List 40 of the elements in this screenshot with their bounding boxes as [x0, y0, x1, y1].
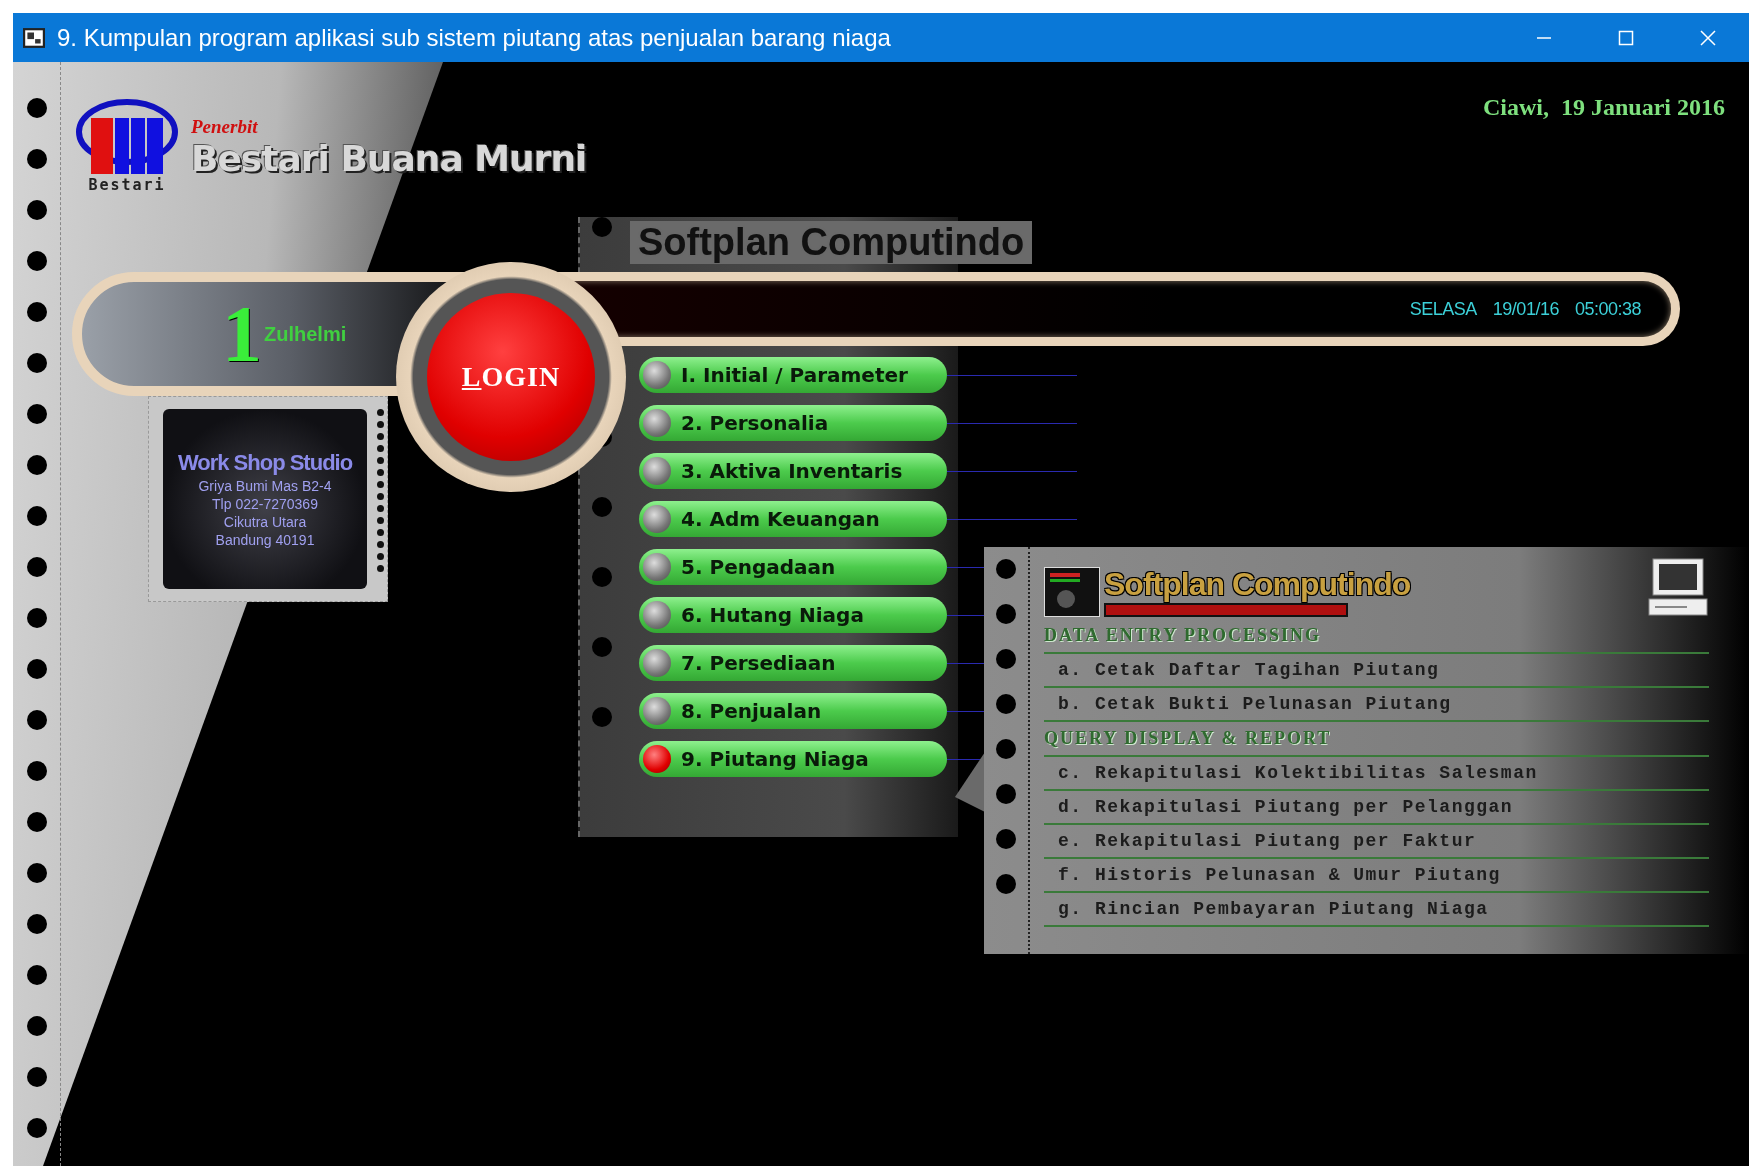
user-number: 1	[222, 294, 262, 374]
menu-button[interactable]: 4. Adm Keuangan	[639, 501, 947, 537]
login-button[interactable]: LOGIN	[427, 293, 595, 461]
menu-heading: Softplan Computindo	[630, 221, 1033, 264]
submenu-item[interactable]: a. Cetak Daftar Tagihan Piutang	[1044, 654, 1709, 688]
submenu-item[interactable]: g. Rincian Pembayaran Piutang Niaga	[1044, 893, 1709, 927]
clock-day: SELASA	[1409, 298, 1477, 320]
menu-button[interactable]: 9. Piutang Niaga	[639, 741, 947, 777]
publisher-label: Penerbit	[191, 116, 259, 138]
menu-button[interactable]: 2. Personalia	[639, 405, 947, 441]
menu-button[interactable]: I. Initial / Parameter	[639, 357, 947, 393]
clock-date: 19/01/16	[1492, 298, 1559, 320]
film-icon	[1044, 567, 1100, 617]
menu-button[interactable]: 3. Aktiva Inventaris	[639, 453, 947, 489]
location-date: Ciawi, 19 Januari 2016	[1483, 94, 1725, 121]
submenu-item[interactable]: e. Rekapitulasi Piutang per Faktur	[1044, 825, 1709, 859]
studio-address-line: Tlp 022-7270369	[212, 496, 318, 512]
studio-name: Work Shop Studio	[177, 450, 353, 476]
clock-time: 05:00:38	[1574, 298, 1641, 320]
menu-button[interactable]: 6. Hutang Niaga	[639, 597, 947, 633]
submenu-item[interactable]: b. Cetak Bukti Pelunasan Piutang	[1044, 688, 1709, 722]
computer-icon	[1647, 557, 1709, 617]
user-name: Zulhelmi	[264, 322, 347, 346]
section-heading: QUERY DISPLAY & REPORT	[1044, 722, 1709, 757]
brand-name: Softplan Computindo	[1104, 567, 1411, 603]
maximize-icon	[1618, 29, 1634, 46]
menu-button[interactable]: 8. Penjualan	[639, 693, 947, 729]
submenu-item[interactable]: c. Rekapitulasi Kolektibilitas Salesman	[1044, 757, 1709, 791]
studio-address-line: Cikutra Utara	[223, 514, 307, 530]
minimize-icon	[1536, 36, 1552, 39]
menu-button[interactable]: 5. Pengadaan	[639, 549, 947, 585]
menu-button[interactable]: 7. Persediaan	[639, 645, 947, 681]
window-title: 9. Kumpulan program aplikasi sub sistem piutang atas penjualan barang niaga	[57, 23, 891, 52]
close-icon	[1700, 29, 1716, 46]
submenu-item[interactable]: f. Historis Pelunasan & Umur Piutang	[1044, 859, 1709, 893]
studio-address-line: Griya Bumi Mas B2-4	[198, 478, 332, 494]
section-heading: DATA ENTRY PROCESSING	[1044, 619, 1709, 654]
submenu-item[interactable]: d. Rekapitulasi Piutang per Pelanggan	[1044, 791, 1709, 825]
studio-address-line: Bandung 40191	[215, 532, 315, 548]
app-icon	[23, 27, 45, 48]
